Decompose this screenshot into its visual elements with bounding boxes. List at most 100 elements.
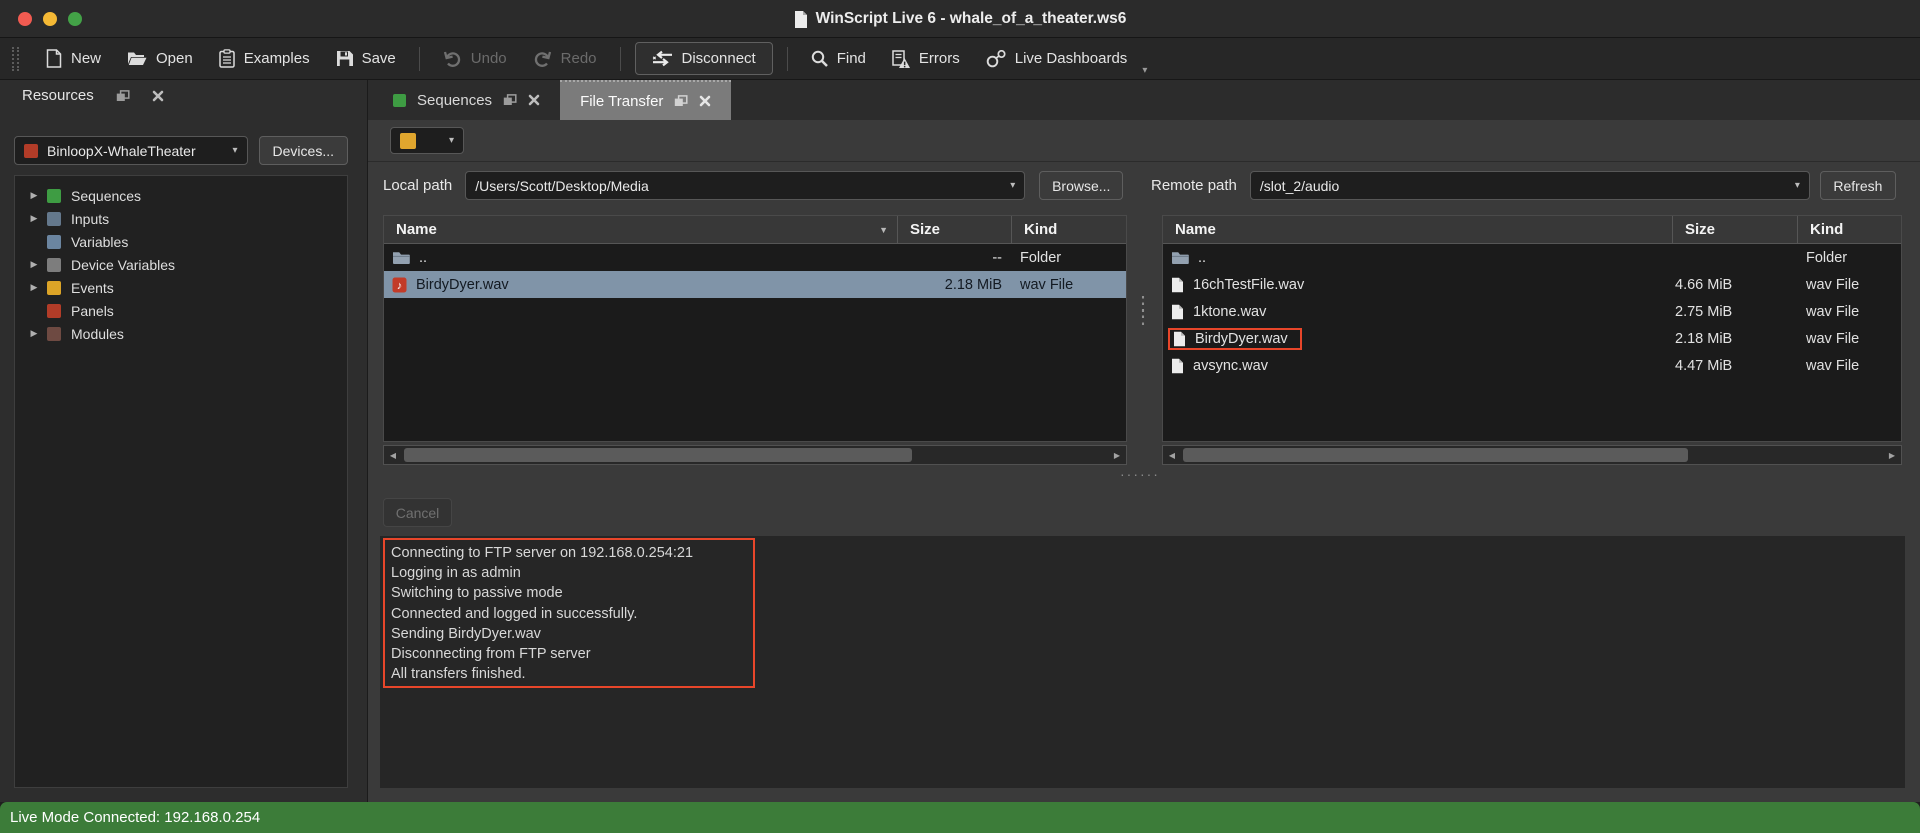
save-button[interactable]: Save [323,44,409,73]
chevron-down-icon: ▾ [1795,180,1800,191]
events-icon [47,281,61,295]
tab-bar: Sequences File Transfer [368,80,1920,120]
title-bar: WinScript Live 6 - whale_of_a_theater.ws… [0,0,1920,38]
save-icon [336,50,353,67]
float-tab-icon[interactable] [674,95,688,107]
scroll-right-icon[interactable]: ▶ [1883,451,1901,460]
examples-button[interactable]: Examples [206,43,323,74]
scroll-right-icon[interactable]: ▶ [1108,451,1126,460]
transfer-log: Connecting to FTP server on 192.168.0.25… [380,536,1905,788]
scrollbar-handle[interactable] [404,448,912,462]
find-button[interactable]: Find [798,44,879,73]
local-path-value: /Users/Scott/Desktop/Media [475,178,649,194]
tab-file-transfer[interactable]: File Transfer [560,80,731,120]
resources-tree: ▶ Sequences ▶ Inputs Variables ▶ Device … [14,175,348,788]
expander-icon[interactable]: ▶ [25,259,43,270]
remote-column-name[interactable]: Name [1163,216,1673,243]
devices-button[interactable]: Devices... [259,136,348,165]
log-line: Disconnecting from FTP server [391,644,747,664]
log-line: All transfers finished. [391,664,747,684]
tree-item-events[interactable]: ▶ Events [15,276,347,299]
tab-sequences[interactable]: Sequences [373,80,560,120]
search-icon [811,50,828,67]
remote-path-input[interactable]: /slot_2/audio ▾ [1250,171,1810,200]
file-icon [1171,277,1184,293]
disconnect-icon [652,50,673,67]
remote-horizontal-scrollbar[interactable]: ◀ ▶ [1162,445,1902,465]
remote-row-16chtestfile[interactable]: 16chTestFile.wav 4.66 MiB wav File [1163,271,1901,298]
scrollbar-handle[interactable] [1183,448,1688,462]
sequence-selector[interactable]: ▾ [390,127,464,154]
variables-icon [47,235,61,249]
device-color-icon [24,144,38,158]
winscript-window: WinScript Live 6 - whale_of_a_theater.ws… [0,0,1920,833]
redo-icon [533,51,552,67]
main-toolbar: New Open Examples Save Undo Redo Disconn… [0,38,1920,80]
tree-item-variables[interactable]: Variables [15,230,347,253]
remote-row-avsync[interactable]: avsync.wav 4.47 MiB wav File [1163,352,1901,379]
local-column-size[interactable]: Size [898,216,1012,243]
tree-item-inputs[interactable]: ▶ Inputs [15,207,347,230]
browse-button[interactable]: Browse... [1039,171,1123,200]
float-panel-icon[interactable] [116,90,130,102]
open-button[interactable]: Open [114,44,206,73]
device-selector[interactable]: BinloopX-WhaleTheater ▾ [14,136,248,165]
tree-item-modules[interactable]: ▶ Modules [15,322,347,345]
float-tab-icon[interactable] [503,94,517,106]
disconnect-button[interactable]: Disconnect [635,42,773,75]
close-tab-icon[interactable] [699,95,711,107]
log-line: Logging in as admin [391,563,747,583]
undo-button[interactable]: Undo [430,44,520,73]
remote-column-kind[interactable]: Kind [1798,216,1901,243]
vertical-splitter-handle[interactable]: ⋮⋮ [1133,298,1153,324]
status-bar: Live Mode Connected: 192.168.0.254 [0,802,1920,833]
local-horizontal-scrollbar[interactable]: ◀ ▶ [383,445,1127,465]
chevron-down-icon: ▾ [233,145,238,156]
scroll-left-icon[interactable]: ◀ [384,451,402,460]
live-dashboards-button[interactable]: Live Dashboards [973,44,1141,74]
sequences-tab-icon [393,94,406,107]
horizontal-splitter-handle[interactable]: ······ [1120,466,1160,482]
remote-row-birdydyer[interactable]: BirdyDyer.wav 2.18 MiB wav File [1163,325,1901,352]
new-file-icon [46,49,62,68]
expander-icon[interactable]: ▶ [25,190,43,201]
refresh-button[interactable]: Refresh [1820,171,1896,200]
tree-item-sequences[interactable]: ▶ Sequences [15,184,347,207]
toolbar-separator [620,47,621,71]
open-folder-icon [127,51,147,66]
redo-button[interactable]: Redo [520,44,610,73]
close-tab-icon[interactable] [528,94,540,106]
toolbar-grip[interactable] [12,47,19,71]
clipboard-icon [219,49,235,68]
file-icon [1171,358,1184,374]
log-line: Switching to passive mode [391,583,747,603]
tree-item-panels[interactable]: Panels [15,299,347,322]
live-dashboards-dropdown-caret[interactable]: ▾ [1142,65,1147,76]
remote-row-parent-dir[interactable]: .. Folder [1163,244,1901,271]
annotation-highlight-box: Connecting to FTP server on 192.168.0.25… [383,538,755,688]
local-column-kind[interactable]: Kind [1012,216,1126,243]
tree-item-device-variables[interactable]: ▶ Device Variables [15,253,347,276]
local-path-input[interactable]: /Users/Scott/Desktop/Media ▾ [465,171,1025,200]
remote-column-size[interactable]: Size [1673,216,1798,243]
sequence-color-icon [400,133,416,149]
errors-icon [892,50,910,68]
expander-icon[interactable]: ▶ [25,213,43,224]
log-line: Connected and logged in successfully. [391,604,747,624]
errors-button[interactable]: Errors [879,44,973,74]
local-file-table: Name ▼ Size Kind .. -- Folder ♪ [383,215,1127,442]
cancel-button[interactable]: Cancel [383,498,452,527]
window-title: WinScript Live 6 - whale_of_a_theater.ws… [816,10,1127,28]
expander-icon[interactable]: ▶ [25,282,43,293]
new-button[interactable]: New [33,43,114,74]
scroll-left-icon[interactable]: ◀ [1163,451,1181,460]
remote-row-1ktone[interactable]: 1ktone.wav 2.75 MiB wav File [1163,298,1901,325]
audio-file-icon: ♪ [392,277,407,293]
undo-icon [443,51,462,67]
close-panel-icon[interactable] [152,90,164,102]
expander-icon[interactable]: ▶ [25,328,43,339]
local-column-name[interactable]: Name ▼ [384,216,898,243]
local-row-parent-dir[interactable]: .. -- Folder [384,244,1126,271]
local-row-birdydyer[interactable]: ♪ BirdyDyer.wav 2.18 MiB wav File [384,271,1126,298]
panels-icon [47,304,61,318]
